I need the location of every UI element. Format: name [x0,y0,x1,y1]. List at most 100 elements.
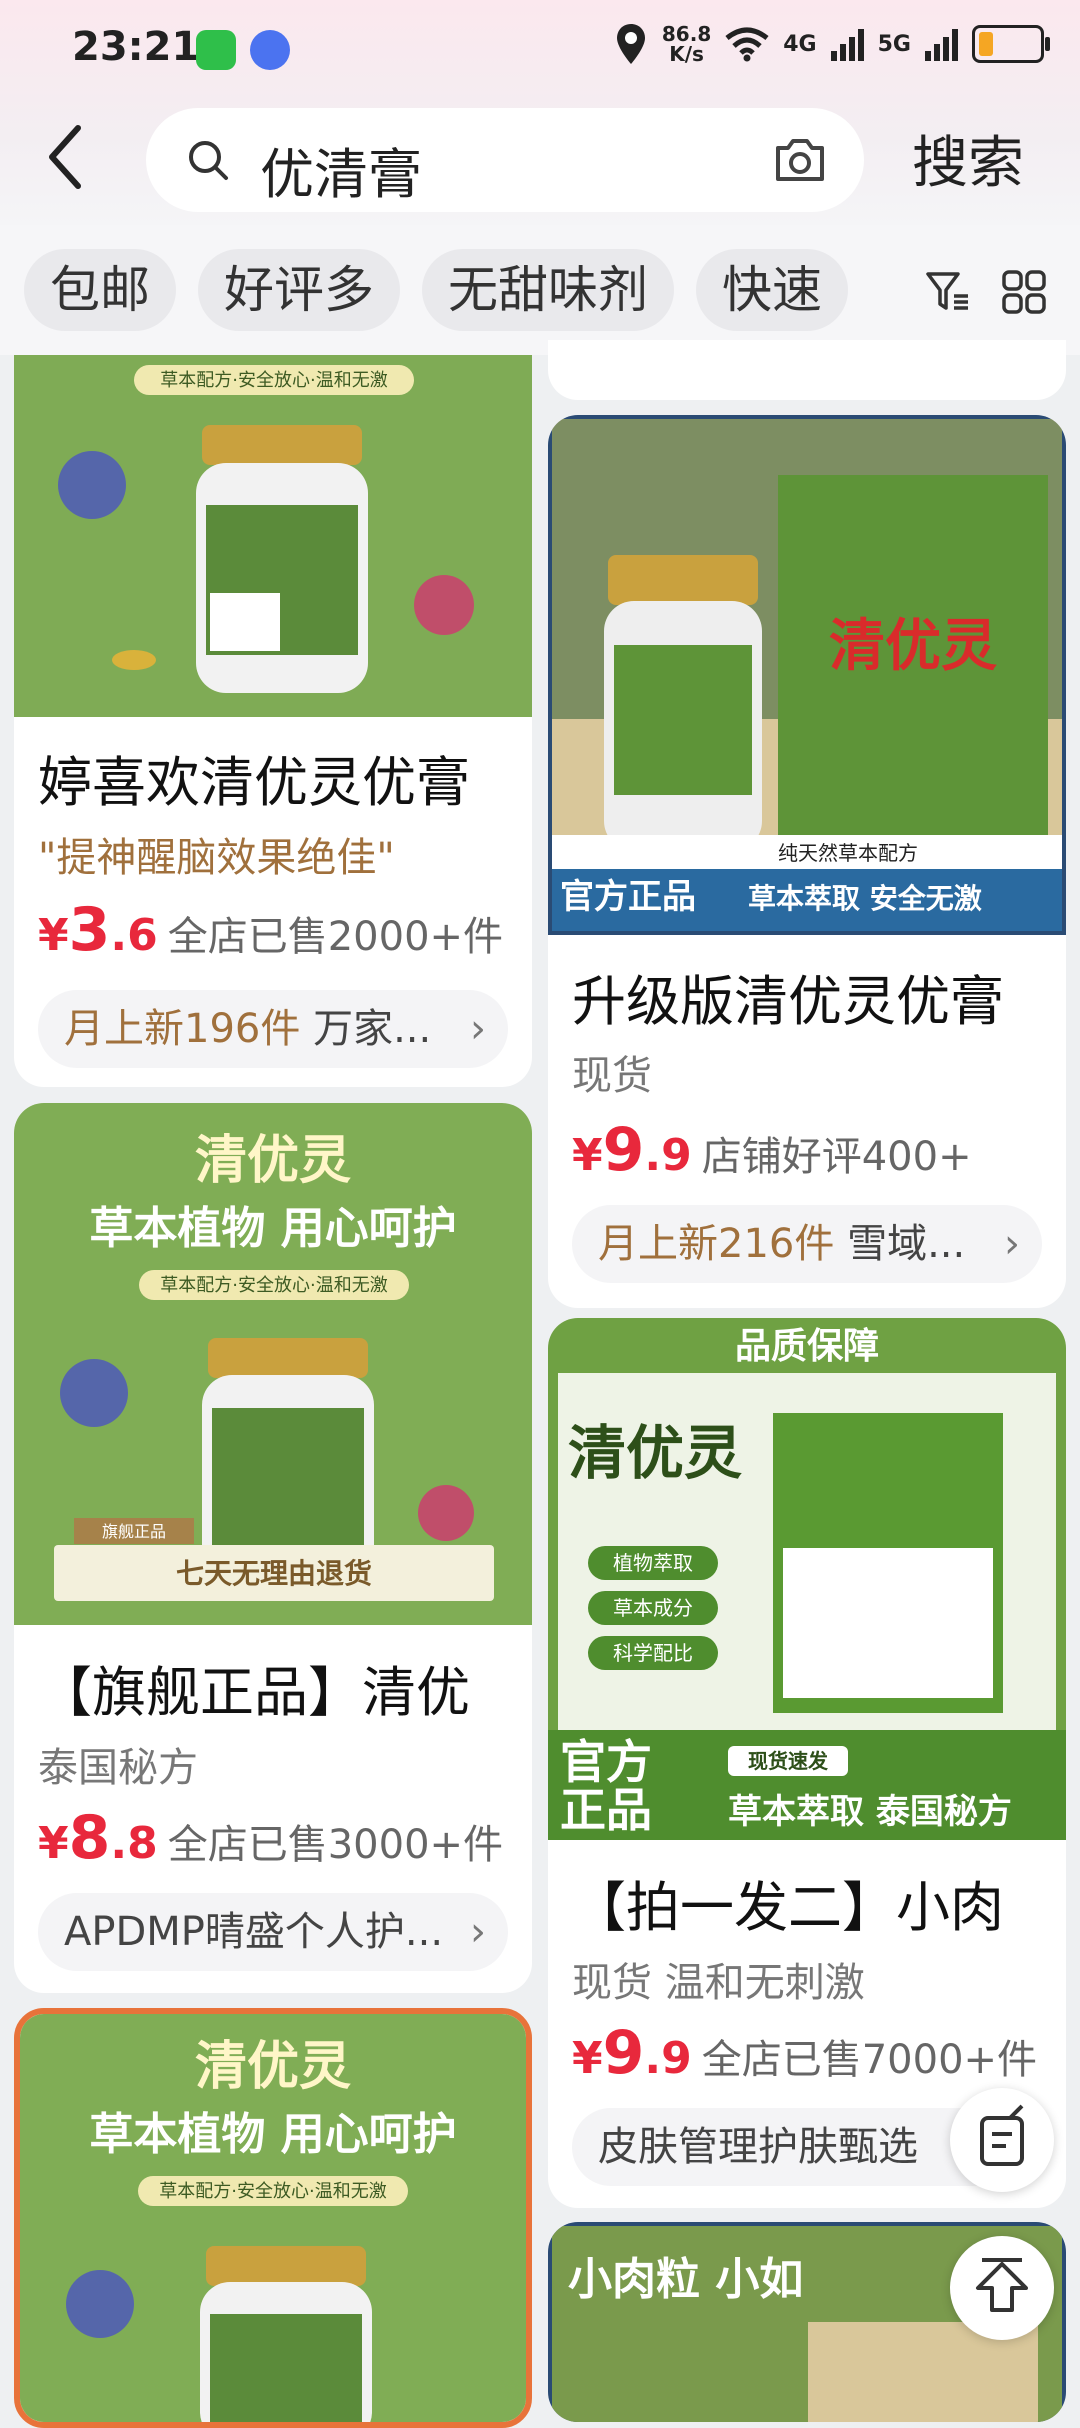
image-ship: 现货速发 [748,1749,829,1773]
arrow-up-icon [976,2258,1028,2312]
product-card-partial-top[interactable] [548,340,1066,400]
product-title[interactable]: 升级版清优灵优膏 [572,957,1004,1036]
currency: ¥ [572,2033,603,2084]
image-brand: 清优灵 [568,1419,742,1487]
network-type-4g: 4G [783,31,817,57]
shop-name: 皮肤管理护肤甄选 [598,2124,918,2170]
image-slogan: 草本植物 用心呵护 [89,1203,456,1254]
product-card[interactable]: 清优灵 纯天然草本配方 官方正品 草本萃取 安全无激 升级版清优灵优膏 现货 ¥… [548,415,1066,1308]
chip-fast[interactable]: 快速 [696,249,848,331]
back-to-top-button[interactable] [950,2236,1054,2340]
camera-icon[interactable] [772,136,828,184]
chevron-right-icon: › [1004,1221,1020,1267]
back-arrow-icon[interactable] [44,122,84,192]
search-input[interactable]: 优清膏 [146,108,864,212]
image-tag: 旗舰正品 [102,1522,166,1541]
network-type-5g: 5G [877,31,911,57]
product-card[interactable]: 草本配方·安全放心·温和无激 婷喜欢清优灵优膏 "提神醒脑效果绝佳" ¥3.6 全… [14,355,532,1087]
signal-bars-icon [830,27,864,61]
price-row: ¥9.9 全店已售7000+件 [572,2018,1037,2088]
image-caption: 草本配方·安全放心·温和无激 [160,1275,387,1296]
search-button[interactable]: 搜索 [912,118,1024,199]
price-decimal: .8 [110,1818,158,1869]
image-title: 清优灵 [195,1131,351,1191]
product-subtitle: 现货 温和无刺激 [572,1960,865,2006]
location-icon [616,24,645,64]
sold-count: 全店已售2000+件 [167,914,504,960]
image-tag-1: 官方 [560,1735,652,1789]
price-decimal: .9 [644,2033,692,2084]
sold-count: 全店已售3000+件 [167,1822,504,1868]
product-subtitle: 现货 [572,1053,652,1099]
image-caption: 草本配方·安全放心·温和无激 [159,2181,386,2202]
signal-bars-icon-2 [925,27,958,61]
currency: ¥ [38,1818,69,1869]
chip-free-shipping[interactable]: 包邮 [24,249,176,331]
filter-bar: 包邮 好评多 无甜味剂 快速 [0,225,1080,355]
shop-name: APDMP晴盛个人护... [64,1909,444,1955]
image-bullet-3: 科学配比 [613,1641,693,1665]
price-integer: 9 [602,2018,645,2088]
image-heading: 品质保障 [735,1326,879,1367]
chip-good-reviews[interactable]: 好评多 [198,249,400,331]
filter-chips: 包邮 好评多 无甜味剂 快速 [24,249,884,333]
product-card[interactable]: 清优灵 草本植物 用心呵护 草本配方·安全放心·温和无激 旗舰正品 七天无理由退… [14,1103,532,1993]
note-icon [980,2104,1024,2166]
image-brand: 清优灵 [829,614,997,679]
image-caption: 小肉粒 小如 [568,2254,803,2305]
network-speed: 86.8 K/s [662,24,711,64]
product-title[interactable]: 【旗舰正品】清优 [38,1648,470,1727]
product-image: 清优灵 纯天然草本配方 官方正品 草本萃取 安全无激 [548,415,1066,935]
shop-link[interactable]: 月上新196件 万家... › [38,990,508,1068]
product-image: 草本配方·安全放心·温和无激 [14,355,532,717]
price-decimal: .6 [110,910,158,961]
image-tag-2: 正品 [560,1783,652,1837]
image-slogan: 草本植物 用心呵护 [89,2109,456,2160]
image-bullet-2: 草本成分 [613,1596,693,1620]
speed-unit: K/s [669,42,704,66]
image-tag: 官方正品 [560,877,696,917]
notes-button[interactable] [950,2088,1054,2192]
shop-link[interactable]: 月上新216件 雪域... › [572,1205,1042,1283]
shop-name: 万家... [300,1006,432,1052]
grid-view-icon[interactable] [1000,268,1048,316]
review-count: 店铺好评400+ [701,1134,972,1180]
chevron-right-icon: › [470,1006,486,1052]
price-integer: 8 [68,1803,111,1873]
app-notification-icon [250,30,290,70]
shop-highlight: 月上新216件 [598,1221,835,1267]
product-image: 品质保障 清优灵 植物萃取 草本成分 科学配比 官方 正品 现货速发 草本萃取 … [548,1318,1066,1840]
product-card[interactable]: 品质保障 清优灵 植物萃取 草本成分 科学配比 官方 正品 现货速发 草本萃取 … [548,1318,1066,2208]
chip-no-sweetener[interactable]: 无甜味剂 [422,249,674,331]
product-image: 清优灵 草本植物 用心呵护 草本配方·安全放心·温和无激 旗舰正品 七天无理由退… [14,1103,532,1625]
price-row: ¥9.9 店铺好评400+ [572,1115,972,1185]
product-subtitle: 泰国秘方 [38,1745,198,1791]
shop-highlight: 月上新196件 [64,1006,301,1052]
price-row: ¥8.8 全店已售3000+件 [38,1803,503,1873]
sold-count: 全店已售7000+件 [701,2037,1038,2083]
status-bar: 23:21 86.8 K/s 4G 5G [0,0,1080,100]
battery-icon [972,25,1050,63]
product-title[interactable]: 婷喜欢清优灵优膏 [38,738,470,817]
price-decimal: .9 [644,1130,692,1181]
currency: ¥ [572,1130,603,1181]
price-integer: 3 [68,895,111,965]
wifi-icon [725,27,769,62]
currency: ¥ [38,910,69,961]
product-title[interactable]: 【拍一发二】小肉 [572,1863,1004,1942]
shop-link[interactable]: APDMP晴盛个人护... › [38,1893,508,1971]
product-image: 清优灵 草本植物 用心呵护 草本配方·安全放心·温和无激 [20,2014,526,2422]
image-caption-2: 草本萃取 安全无激 [748,882,982,915]
wechat-icon [196,30,236,70]
search-query: 优清膏 [260,143,422,206]
filter-icon[interactable] [924,268,972,316]
image-caption: 纯天然草本配方 [778,841,918,865]
status-time: 23:21 [72,24,200,70]
chevron-right-icon: › [470,1909,486,1955]
image-banner: 七天无理由退货 [176,1557,372,1590]
price-row: ¥3.6 全店已售2000+件 [38,895,503,965]
image-title: 清优灵 [195,2037,351,2097]
product-card[interactable]: 清优灵 草本植物 用心呵护 草本配方·安全放心·温和无激 [14,2008,532,2428]
image-caption: 草本配方·安全放心·温和无激 [160,370,387,391]
product-subtitle: "提神醒脑效果绝佳" [38,835,395,881]
